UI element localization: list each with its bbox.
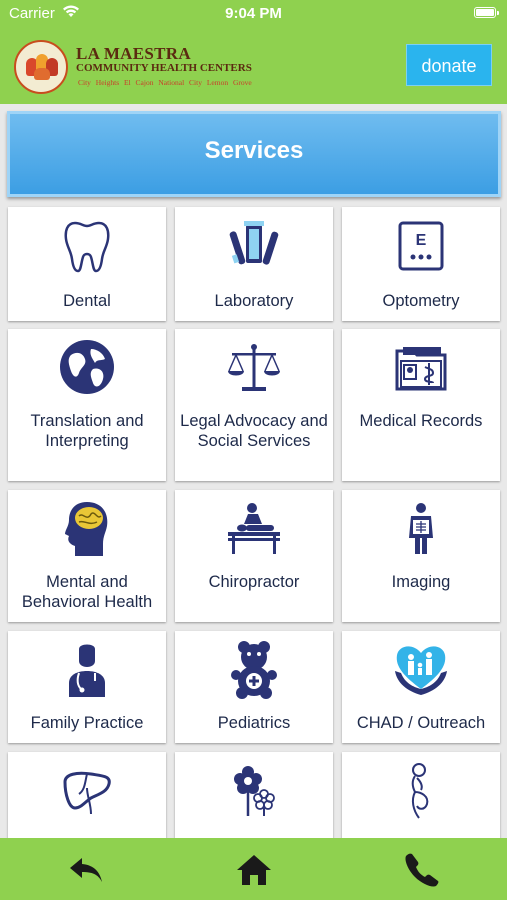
teddy-bear-icon (224, 639, 284, 699)
liver-icon (57, 760, 117, 820)
service-label: Dental (63, 292, 111, 310)
massage-table-icon (224, 498, 284, 558)
pregnant-woman-icon (391, 760, 451, 820)
service-label: Optometry (382, 292, 460, 310)
service-tile-mental-health[interactable]: Mental and Behavioral Health (8, 490, 166, 622)
eye-chart-icon: E (391, 215, 451, 275)
brain-head-icon (57, 498, 117, 558)
service-label: Pediatrics (217, 714, 291, 732)
service-tile-translation[interactable]: Translation and Interpreting (8, 329, 166, 481)
service-label: Imaging (391, 573, 451, 591)
service-label: Translation and Interpreting (30, 412, 144, 450)
service-tile-optometry[interactable]: E Optometry (342, 207, 500, 321)
services-grid: Dental Laboratory E Optometry Translatio… (0, 0, 507, 900)
xray-icon (391, 498, 451, 558)
service-tile-chad-outreach[interactable]: CHAD / Outreach (342, 631, 500, 743)
service-tile-chiropractor[interactable]: Chiropractor (175, 490, 333, 622)
service-tile-pediatrics[interactable]: Pediatrics (175, 631, 333, 743)
flower-icon (224, 760, 284, 820)
lab-tubes-icon (224, 215, 284, 275)
service-label: Chiropractor (208, 573, 300, 591)
scales-icon (224, 337, 284, 397)
globe-icon (57, 337, 117, 397)
service-tile-imaging[interactable]: Imaging (342, 490, 500, 622)
service-label: Laboratory (214, 292, 294, 310)
service-label: Family Practice (30, 714, 144, 732)
service-label: Legal Advocacy and Social Services (180, 412, 328, 450)
service-tile-family-practice[interactable]: Family Practice (8, 631, 166, 743)
back-arrow-icon[interactable] (68, 852, 104, 888)
service-tile-laboratory[interactable]: Laboratory (175, 207, 333, 321)
service-label: CHAD / Outreach (356, 714, 486, 732)
bottom-tab-bar (0, 838, 507, 900)
service-tile-medical-records[interactable]: Medical Records (342, 329, 500, 481)
doctor-icon (57, 639, 117, 699)
service-tile-legal-advocacy[interactable]: Legal Advocacy and Social Services (175, 329, 333, 481)
tooth-icon (57, 215, 117, 275)
service-label: Medical Records (359, 412, 483, 430)
family-heart-icon (391, 639, 451, 699)
service-tile-dental[interactable]: Dental (8, 207, 166, 321)
phone-icon[interactable] (404, 852, 440, 888)
home-icon[interactable] (236, 852, 272, 888)
svg-text:E: E (416, 232, 427, 249)
records-folder-icon (391, 337, 451, 397)
service-label: Mental and Behavioral Health (21, 573, 153, 611)
